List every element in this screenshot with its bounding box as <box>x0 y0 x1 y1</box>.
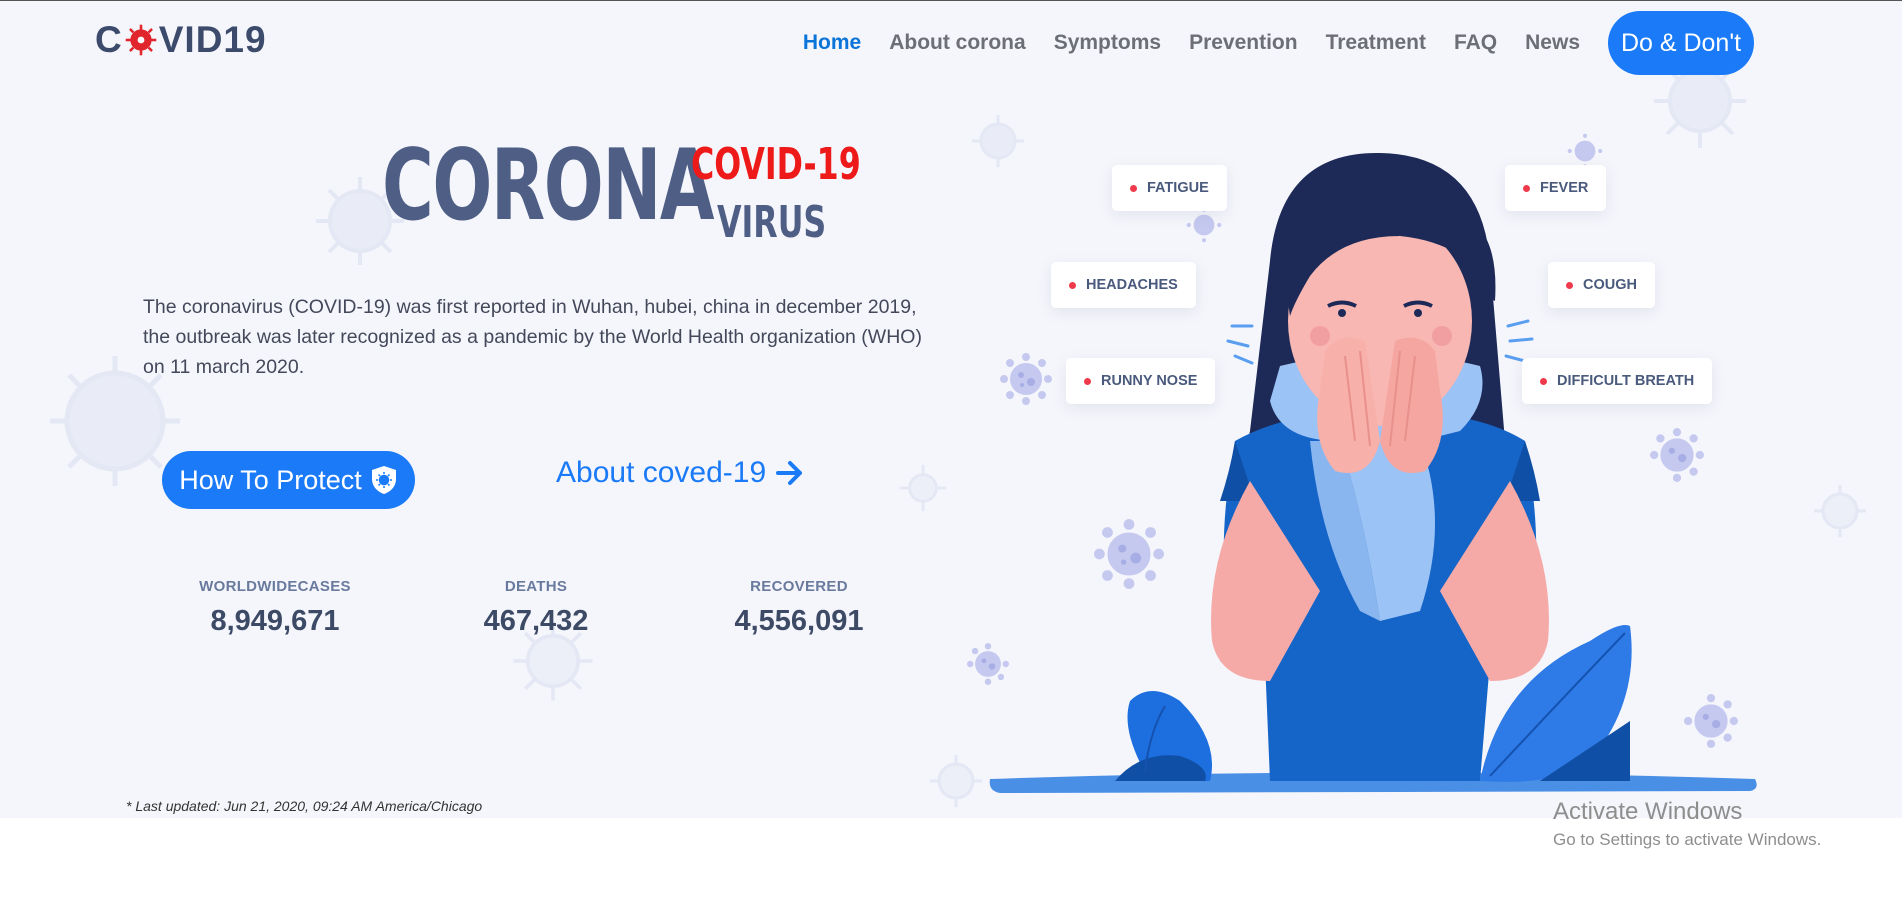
symptom-tag-fatigue: FATIGUE <box>1112 165 1227 211</box>
main-nav: Home About corona Symptoms Prevention Tr… <box>803 11 1754 75</box>
symptom-tag-difficult-breath: DIFFICULT BREATH <box>1522 358 1713 404</box>
hero-description: The coronavirus (COVID-19) was first rep… <box>143 296 922 378</box>
stat-label: RECOVERED <box>750 578 848 595</box>
symptom-label: COUGH <box>1583 277 1637 293</box>
symptom-tag-headaches: HEADACHES <box>1051 262 1196 308</box>
stat-label: DEATHS <box>504 578 568 595</box>
nav-news[interactable]: News <box>1525 31 1580 55</box>
how-to-protect-label: How To Protect <box>179 464 362 495</box>
symptom-label: HEADACHES <box>1086 277 1178 293</box>
stat-recovered: RECOVERED 4,556,091 <box>689 578 909 638</box>
virus-decoration-icon <box>1814 485 1866 537</box>
nav-faq[interactable]: FAQ <box>1454 31 1497 55</box>
symptom-label: DIFFICULT BREATH <box>1557 373 1695 389</box>
logo-text-left: C <box>95 19 123 60</box>
virus-decoration-icon <box>930 755 982 807</box>
symptom-tag-runny-nose: RUNNY NOSE <box>1066 358 1216 404</box>
symptom-label: RUNNY NOSE <box>1101 373 1198 389</box>
how-to-protect-button[interactable]: How To Protect <box>162 451 415 509</box>
stat-label: WORLDWIDECASES <box>199 578 351 595</box>
watermark-subtitle: Go to Settings to activate Windows. <box>1553 830 1822 849</box>
arrow-right-icon <box>776 461 803 485</box>
stat-deaths: DEATHS 467,432 <box>426 578 646 638</box>
nav-symptoms[interactable]: Symptoms <box>1054 31 1161 55</box>
sick-woman-illustration <box>989 152 1757 793</box>
nav-prevention[interactable]: Prevention <box>1189 31 1298 55</box>
about-covid-link[interactable]: About coved-19 <box>556 456 804 490</box>
bullet-dot-icon <box>1069 281 1076 289</box>
logo-text-right: VID19 <box>158 19 267 60</box>
hero-title-main: CORONA <box>382 129 715 243</box>
hero-title-covid: COVID-19 <box>691 139 861 190</box>
watermark-title: Activate Windows <box>1553 798 1743 825</box>
symptom-label: FEVER <box>1540 180 1589 196</box>
stat-value: 4,556,091 <box>734 605 864 637</box>
hero-section: C VID19 Home About corona Symptoms Preve… <box>0 0 1902 818</box>
symptom-tag-cough: COUGH <box>1548 262 1655 308</box>
nav-home[interactable]: Home <box>803 31 861 55</box>
windows-activation-watermark: Activate Windows Go to Settings to activ… <box>1553 798 1821 850</box>
stat-worldwide-cases: WORLDWIDECASES 8,949,671 <box>165 578 385 638</box>
last-updated-text: * Last updated: Jun 21, 2020, 09:24 AM A… <box>126 798 483 814</box>
stat-value: 467,432 <box>483 605 589 637</box>
symptom-tag-fever: FEVER <box>1505 165 1607 211</box>
about-covid-label: About coved-19 <box>556 456 767 489</box>
virus-decoration-icon <box>899 464 947 512</box>
site-logo[interactable]: C VID19 <box>95 19 267 61</box>
hero-title-virus: VIRUS <box>717 197 827 248</box>
bullet-dot-icon <box>1566 281 1573 289</box>
symptom-label: FATIGUE <box>1147 180 1209 196</box>
nav-about-corona[interactable]: About corona <box>889 31 1026 55</box>
shield-virus-icon <box>371 466 396 494</box>
stat-value: 8,949,671 <box>210 605 340 637</box>
virus-o-icon <box>125 24 157 56</box>
bullet-dot-icon <box>1130 184 1137 192</box>
nav-treatment[interactable]: Treatment <box>1326 31 1426 55</box>
do-and-dont-button[interactable]: Do & Don't <box>1608 11 1754 75</box>
bullet-dot-icon <box>1540 377 1547 385</box>
bullet-dot-icon <box>1523 184 1530 192</box>
bullet-dot-icon <box>1084 377 1091 385</box>
